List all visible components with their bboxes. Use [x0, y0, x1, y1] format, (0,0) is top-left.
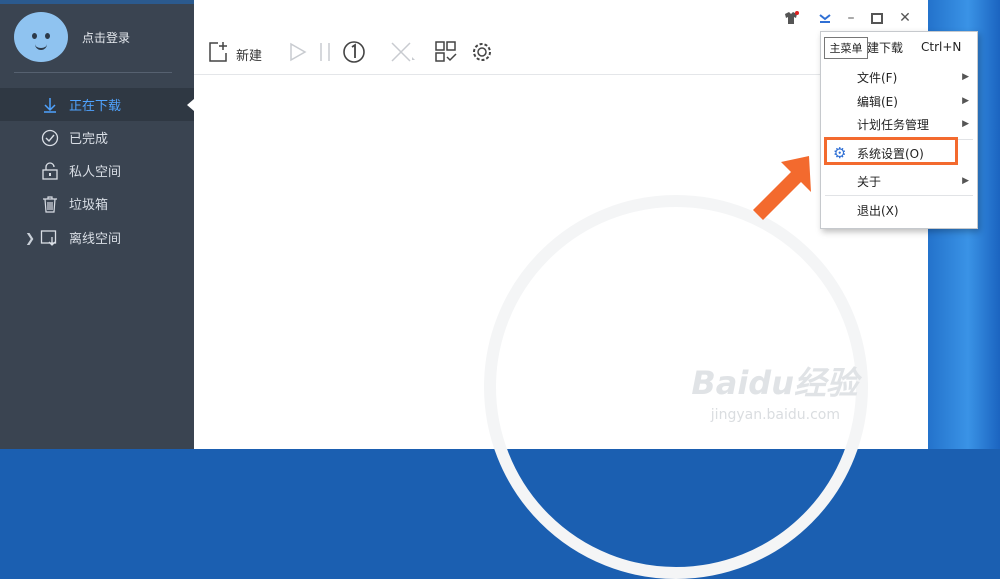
watermark-logo: Baidu经验 [691, 364, 858, 402]
sidebar-item-private-space[interactable]: 私人空间 [0, 154, 194, 187]
speed-limit-icon [342, 40, 366, 68]
pause-button[interactable] [318, 39, 332, 69]
new-task-label: 新建 [236, 48, 263, 64]
login-link[interactable]: 点击登录 [82, 29, 130, 46]
main-menu-dropdown: 建下载 Ctrl+N 文件(F) ▶ 编辑(E) ▶ 计划任务管理 ▶ ⚙ 系统… [820, 31, 978, 229]
delete-button[interactable] [390, 39, 416, 69]
download-arrow-icon [40, 95, 60, 115]
cloud-download-icon [40, 228, 60, 248]
title-bar: – ✕ [194, 0, 928, 36]
menu-item-scheduled-tasks[interactable]: 计划任务管理 ▶ [821, 113, 977, 135]
pause-icon [318, 41, 332, 67]
annotation-highlight-box [824, 137, 958, 165]
sidebar-item-trash[interactable]: 垃圾箱 [0, 187, 194, 220]
main-menu-tooltip: 主菜单 [824, 37, 868, 59]
app-window: 点击登录 正在下载 已完成 私人空间 垃圾箱 ❯ 离线空间 – ✕ 新建 Bai… [0, 0, 928, 579]
new-task-button[interactable]: 新建 [208, 39, 262, 69]
submenu-arrow-icon: ▶ [962, 72, 969, 82]
target-gear-icon [470, 40, 494, 68]
submenu-arrow-icon: ▶ [962, 176, 969, 186]
watermark-url: jingyan.baidu.com [710, 407, 840, 423]
menu-item-exit[interactable]: 退出(X) [821, 199, 977, 221]
sidebar-item-label: 垃圾箱 [69, 198, 109, 213]
trash-icon [40, 194, 60, 214]
toolbar: 新建 [194, 36, 928, 75]
menu-item-about[interactable]: 关于 ▶ [821, 170, 977, 192]
delete-x-icon [390, 41, 416, 67]
sidebar-item-label: 已完成 [69, 132, 109, 147]
sidebar-item-downloading[interactable]: 正在下载 [0, 88, 194, 121]
sidebar: 点击登录 正在下载 已完成 私人空间 垃圾箱 ❯ 离线空间 [0, 0, 194, 449]
annotation-arrow-icon [753, 156, 811, 220]
sidebar-item-offline-space[interactable]: ❯ 离线空间 [0, 221, 194, 254]
sidebar-item-label: 私人空间 [69, 165, 122, 180]
main-menu-icon[interactable] [816, 9, 834, 27]
grid-icon [434, 40, 458, 68]
maximize-icon[interactable] [868, 9, 886, 27]
sidebar-item-label: 正在下载 [69, 99, 122, 114]
skin-icon[interactable] [782, 9, 800, 27]
menu-item-file[interactable]: 文件(F) ▶ [821, 66, 977, 88]
batch-button[interactable] [434, 39, 458, 69]
menu-item-edit[interactable]: 编辑(E) ▶ [821, 90, 977, 112]
play-icon [288, 41, 308, 67]
new-file-icon [208, 41, 228, 67]
lock-icon [40, 161, 60, 181]
submenu-arrow-icon: ▶ [962, 119, 969, 129]
start-button[interactable] [288, 39, 308, 69]
check-circle-icon [40, 128, 60, 148]
sidebar-item-completed[interactable]: 已完成 [0, 121, 194, 154]
sidebar-item-label: 离线空间 [69, 232, 122, 247]
chevron-right-icon[interactable]: ❯ [25, 231, 35, 245]
speed-limit-button[interactable] [342, 39, 366, 69]
download-list-area: Baidu经验 jingyan.baidu.com [194, 75, 928, 579]
minimize-icon[interactable]: – [842, 9, 860, 27]
close-icon[interactable]: ✕ [896, 9, 914, 27]
submenu-arrow-icon: ▶ [962, 96, 969, 106]
settings-button[interactable] [470, 39, 494, 69]
avatar[interactable] [14, 12, 68, 62]
